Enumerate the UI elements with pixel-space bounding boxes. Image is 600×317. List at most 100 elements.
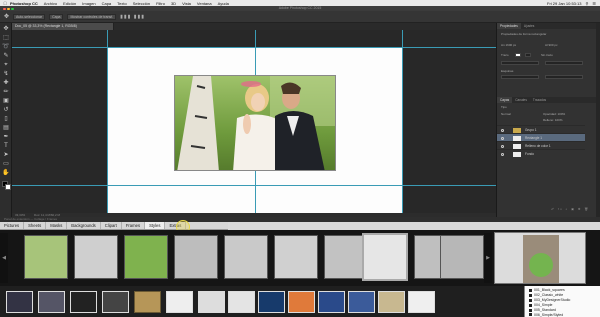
layer-filter[interactable]: Tipo (501, 105, 507, 109)
frame-thumbnail[interactable] (6, 291, 33, 313)
tab-styles[interactable]: Styles (145, 222, 166, 229)
scroll-right-icon[interactable]: ▶ (484, 233, 492, 283)
menu-ventana[interactable]: Ventana (197, 1, 212, 6)
style-thumbnail[interactable] (274, 235, 318, 279)
search-icon[interactable]: ⚲ (585, 1, 588, 6)
shape-tool-icon[interactable]: ▭ (2, 160, 10, 168)
tab-pictures[interactable]: Pictures (0, 222, 25, 229)
scroll-left-icon[interactable]: ◀ (0, 233, 8, 283)
move-tool-icon[interactable]: ✥ (2, 25, 10, 33)
hand-tool-icon[interactable]: ✋ (2, 169, 10, 177)
height-field[interactable]: Al 900 px (545, 43, 558, 47)
type-tool-icon[interactable]: T (2, 142, 10, 150)
frame-thumbnail[interactable] (378, 291, 405, 313)
menu-archivo[interactable]: Archivo (44, 1, 57, 6)
layer-row[interactable]: Fondo (497, 149, 585, 157)
brush-tool-icon[interactable]: ✏ (2, 88, 10, 96)
stroke-type-field[interactable] (545, 61, 583, 65)
style-list[interactable]: 001_Black_squares 002_Classic_white 003_… (524, 286, 600, 317)
eraser-tool-icon[interactable]: ▯ (2, 115, 10, 123)
crop-tool-icon[interactable]: ⌖ (2, 61, 10, 69)
stamp-tool-icon[interactable]: ▣ (2, 97, 10, 105)
style-thumbnail[interactable] (440, 235, 484, 279)
stroke-value[interactable]: Sin trazo (541, 53, 553, 57)
frame-thumbnail[interactable] (288, 291, 315, 313)
guide-line-horizontal[interactable] (12, 185, 496, 186)
style-thumbnail[interactable] (24, 235, 68, 279)
tab-channels[interactable]: Canales (512, 97, 530, 103)
path-select-icon[interactable]: ➤ (2, 151, 10, 159)
panel-scrollbar[interactable] (596, 23, 600, 217)
menu-seleccion[interactable]: Selección (133, 1, 150, 6)
tab-frames[interactable]: Frames (122, 222, 146, 229)
healing-brush-icon[interactable]: ✚ (2, 79, 10, 87)
blend-mode-select[interactable]: Normal (501, 112, 511, 116)
fill-field[interactable]: Relleno: 100% (543, 118, 563, 122)
document-tab[interactable]: Doc_05 @ 33,3% (Rectangle 1, RGB/8) (12, 23, 114, 30)
menu-imagen[interactable]: Imagen (82, 1, 95, 6)
fill-swatch[interactable] (515, 53, 521, 57)
frame-thumbnail[interactable] (408, 291, 435, 313)
style-thumbnail[interactable] (124, 235, 168, 279)
frame-thumbnail[interactable] (258, 291, 285, 313)
menu-filtro[interactable]: Filtro (156, 1, 165, 6)
frame-thumbnail[interactable] (348, 291, 375, 313)
lasso-tool-icon[interactable]: ➰ (2, 43, 10, 51)
style-thumbnail[interactable] (174, 235, 218, 279)
layer-row[interactable]: Grupo 1 (497, 125, 585, 133)
quick-select-icon[interactable]: ✎ (2, 52, 10, 60)
guide-line-vertical[interactable] (107, 30, 108, 213)
tab-paths[interactable]: Trazados (530, 97, 549, 103)
style-thumbnail-selected[interactable] (362, 233, 408, 281)
corner-radius-field[interactable] (545, 75, 583, 79)
tab-layers[interactable]: Capas (497, 97, 513, 103)
visibility-eye-icon[interactable] (501, 136, 504, 140)
frame-thumbnail[interactable] (198, 291, 225, 313)
eyedropper-icon[interactable]: ↯ (2, 70, 10, 78)
tab-clipart[interactable]: Clipart (101, 222, 122, 229)
frame-thumbnail[interactable] (318, 291, 345, 313)
frame-thumbnail[interactable] (38, 291, 65, 313)
tab-adjustments[interactable]: Ajustes (521, 23, 537, 29)
visibility-eye-icon[interactable] (501, 128, 504, 132)
tab-properties[interactable]: Propiedades (497, 23, 521, 29)
menu-3d[interactable]: 3D (171, 1, 176, 6)
menu-vista[interactable]: Vista (182, 1, 191, 6)
tab-backgrounds[interactable]: Backgrounds (67, 222, 101, 229)
tab-sheets[interactable]: Sheets (24, 222, 47, 229)
guide-line-vertical[interactable] (402, 30, 403, 213)
frame-thumbnail[interactable] (102, 291, 129, 313)
menu-edicion[interactable]: Edición (63, 1, 76, 6)
style-thumbnail[interactable] (74, 235, 118, 279)
stroke-width-field[interactable] (501, 61, 539, 65)
corner-radius-field[interactable] (501, 75, 539, 79)
layer-row[interactable]: Relleno de color 1 (497, 141, 585, 149)
tab-masks[interactable]: Masks (46, 222, 68, 229)
visibility-eye-icon[interactable] (501, 152, 504, 156)
wedding-photo-layer[interactable] (174, 75, 336, 171)
menu-ayuda[interactable]: Ayuda (218, 1, 229, 6)
menu-capa[interactable]: Capa (102, 1, 112, 6)
auto-select-checkbox[interactable]: Auto-seleccionar (13, 13, 46, 20)
move-tool-icon[interactable]: ✥ (4, 13, 9, 20)
frame-thumbnail[interactable] (166, 291, 193, 313)
layer-row[interactable]: Rectangle 1 (497, 133, 585, 141)
transform-controls-checkbox[interactable]: Mostrar controles de transf. (67, 13, 117, 20)
style-thumbnail[interactable] (224, 235, 268, 279)
gradient-tool-icon[interactable]: ▤ (2, 124, 10, 132)
frame-thumbnail[interactable] (228, 291, 255, 313)
menu-list-icon[interactable]: ☰ (592, 1, 596, 6)
marquee-tool-icon[interactable]: ⬚ (2, 34, 10, 42)
auto-select-dropdown[interactable]: Capa (49, 13, 64, 20)
opacity-field[interactable]: Opacidad: 100% (543, 112, 565, 116)
visibility-eye-icon[interactable] (501, 144, 504, 148)
pen-tool-icon[interactable]: ✒ (2, 133, 10, 141)
apple-icon[interactable]:  (0, 1, 10, 6)
frame-thumbnail[interactable] (70, 291, 97, 313)
menu-texto[interactable]: Texto (117, 1, 127, 6)
frame-thumbnail[interactable] (134, 291, 161, 313)
background-color-swatch[interactable] (5, 184, 11, 190)
menu-app[interactable]: Photoshop CC (10, 1, 38, 6)
stroke-swatch[interactable] (525, 53, 531, 57)
guide-line-horizontal[interactable] (12, 47, 496, 48)
